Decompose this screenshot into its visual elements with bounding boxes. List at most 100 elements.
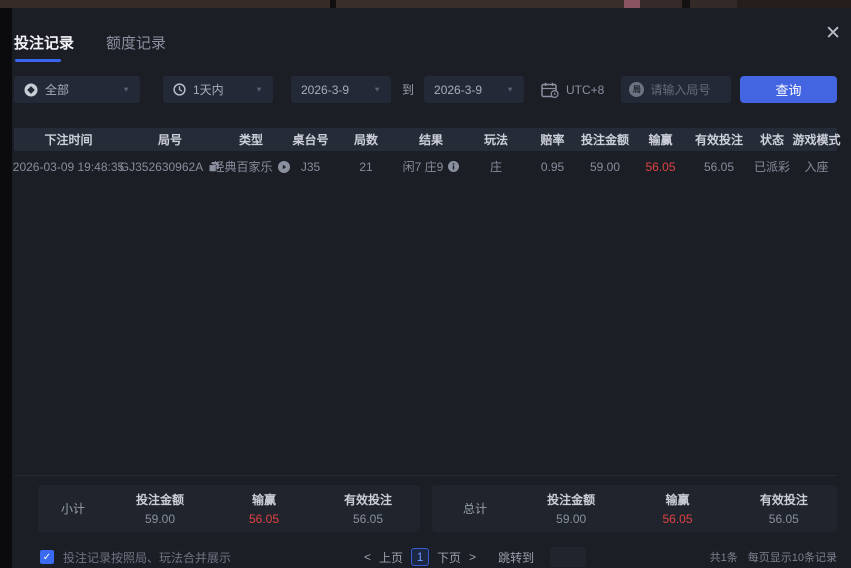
status-cell: 已派彩 xyxy=(753,160,790,174)
merge-label: 投注记录按照局、玩法合并展示 xyxy=(63,550,232,565)
column-header: 游戏模式 xyxy=(792,133,841,147)
total-count-text: 共1条 xyxy=(709,552,738,564)
column-header: 桌台号 xyxy=(292,133,329,147)
current-page-button[interactable]: 1 xyxy=(411,548,430,566)
result-cell: 闲7 庄9 xyxy=(396,158,466,175)
background-segment xyxy=(624,0,640,8)
jump-to-input[interactable] xyxy=(550,547,587,567)
total-panel: 总计 投注金额 59.00 输赢 56.05 有效投注 56.05 xyxy=(432,485,837,532)
tab-quota-records-label: 额度记录 xyxy=(106,35,167,52)
valid-bet-cell: 56.05 xyxy=(703,159,735,174)
odds-cell: 0.95 xyxy=(540,159,565,174)
timezone-label: UTC+8 xyxy=(566,82,605,97)
game-mode-cell: 入座 xyxy=(804,160,829,174)
total-bet-amount: 投注金额 59.00 xyxy=(518,491,624,526)
pagination: < 上页 1 下页 > 跳转到 xyxy=(364,547,587,567)
tab-betting-records[interactable]: 投注记录 xyxy=(14,32,74,62)
prev-arrow-icon[interactable]: < xyxy=(364,550,371,564)
win-loss-label: 输赢 xyxy=(665,493,690,507)
tab-quota-records[interactable]: 额度记录 xyxy=(106,32,166,62)
time-range-dropdown[interactable]: 1天内 ▼ xyxy=(163,76,273,103)
column-header: 类型 xyxy=(238,133,263,147)
merge-option: ✓ 投注记录按照局、玩法合并展示 xyxy=(40,549,364,566)
subtotal-panel: 小计 投注金额 59.00 输赢 56.05 有效投注 56.05 xyxy=(38,485,420,532)
table-row: 2026-03-09 19:48:35 GJ352630962A 经典百家乐 J… xyxy=(12,151,837,182)
time-range-value: 1天内 xyxy=(193,83,224,97)
round-icon: 局 xyxy=(629,82,645,97)
win-loss-value: 56.05 xyxy=(248,512,280,526)
round-number-input[interactable] xyxy=(650,82,724,97)
bet-amount-cell: 59.00 xyxy=(589,159,621,174)
check-icon: ✓ xyxy=(42,551,52,563)
bet-amount-label: 投注金额 xyxy=(135,493,184,507)
round-number-field: 局 xyxy=(621,76,732,103)
betting-records-modal: ✕ 投注记录 额度记录 全部 ▼ 1天内 ▼ 2026-3-9 ▼ 到 2026… xyxy=(12,8,851,568)
play-cell: 庄 xyxy=(489,160,502,174)
table-no-cell: J35 xyxy=(300,159,321,174)
filter-bar: 全部 ▼ 1天内 ▼ 2026-3-9 ▼ 到 2026-3-9 ▼ UTC+8… xyxy=(14,76,837,103)
search-button[interactable]: 查询 xyxy=(740,76,837,103)
valid-bet-label: 有效投注 xyxy=(759,493,808,507)
page-size-text: 每页显示10条记录 xyxy=(747,552,837,564)
active-tab-underline xyxy=(15,59,61,62)
background-segment xyxy=(690,0,737,8)
tab-bar: 投注记录 额度记录 xyxy=(14,32,851,62)
background-segment xyxy=(682,0,690,8)
close-icon[interactable]: ✕ xyxy=(825,24,841,43)
subtotal-stats: 投注金额 59.00 输赢 56.05 有效投注 56.05 xyxy=(108,491,420,526)
game-type-cell: 经典百家乐 xyxy=(213,158,290,175)
win-loss-value: 56.05 xyxy=(662,512,693,526)
footer-bar: ✓ 投注记录按照局、玩法合并展示 < 上页 1 下页 > 跳转到 共1条 每页显… xyxy=(14,543,837,568)
jump-to-label: 跳转到 xyxy=(498,550,535,565)
background-segment xyxy=(336,0,624,8)
info-icon[interactable] xyxy=(448,161,460,172)
total-win-loss: 输赢 56.05 xyxy=(624,491,730,526)
prev-page-button[interactable]: 上页 xyxy=(379,549,403,566)
background-segment xyxy=(640,0,682,8)
record-icon xyxy=(24,83,38,97)
next-arrow-icon[interactable]: > xyxy=(469,550,476,564)
date-to-picker[interactable]: 2026-3-9 ▼ xyxy=(424,76,525,103)
date-from-picker[interactable]: 2026-3-9 ▼ xyxy=(291,76,391,103)
game-type-value: 经典百家乐 xyxy=(212,160,273,174)
background-game-scene xyxy=(0,0,851,8)
bet-type-value: 全部 xyxy=(45,83,70,97)
subtotal-label: 小计 xyxy=(60,502,85,516)
date-to-label: 到 xyxy=(402,83,415,97)
round-no-value: GJ352630962A xyxy=(119,159,204,174)
win-loss-label: 输赢 xyxy=(251,493,276,507)
tab-betting-records-label: 投注记录 xyxy=(14,35,75,52)
date-to-value: 2026-3-9 xyxy=(434,82,483,97)
table-header: 下注时间 局号 类型 桌台号 局数 结果 玩法 赔率 投注金额 输赢 有效投注 … xyxy=(14,128,841,151)
column-header: 局数 xyxy=(353,133,378,147)
chevron-down-icon: ▼ xyxy=(255,85,263,94)
column-header: 结果 xyxy=(418,133,443,147)
column-header: 局号 xyxy=(157,133,182,147)
bet-time-cell: 2026-03-09 19:48:35 xyxy=(12,159,125,174)
background-segment xyxy=(737,0,851,8)
win-loss-cell: 56.05 xyxy=(645,159,676,174)
subtotal-valid-bet: 有效投注 56.05 xyxy=(316,491,420,526)
result-value: 闲7 庄9 xyxy=(402,160,444,174)
clock-icon xyxy=(173,83,186,96)
background-segment xyxy=(0,0,330,8)
subtotal-win-loss: 输赢 56.05 xyxy=(212,491,316,526)
chevron-down-icon: ▼ xyxy=(506,85,515,94)
bet-amount-label: 投注金额 xyxy=(547,493,596,507)
total-valid-bet: 有效投注 56.05 xyxy=(731,491,837,526)
bet-type-dropdown[interactable]: 全部 ▼ xyxy=(14,76,140,103)
subtotal-bet-amount: 投注金额 59.00 xyxy=(108,491,212,526)
column-header: 下注时间 xyxy=(44,133,93,147)
rounds-cell: 21 xyxy=(359,159,373,174)
valid-bet-value: 56.05 xyxy=(352,512,384,526)
total-stats: 投注金额 59.00 输赢 56.05 有效投注 56.05 xyxy=(518,491,837,526)
screen: ✕ 投注记录 额度记录 全部 ▼ 1天内 ▼ 2026-3-9 ▼ 到 2026… xyxy=(0,0,851,568)
next-page-button[interactable]: 下页 xyxy=(437,549,461,566)
chevron-down-icon: ▼ xyxy=(373,85,381,94)
calendar-clock-icon[interactable] xyxy=(541,82,559,98)
valid-bet-value: 56.05 xyxy=(768,512,799,526)
timezone-indicator: UTC+8 xyxy=(541,82,604,98)
column-header: 有效投注 xyxy=(694,133,743,147)
column-header: 投注金额 xyxy=(580,133,629,147)
merge-checkbox[interactable]: ✓ xyxy=(40,550,54,564)
